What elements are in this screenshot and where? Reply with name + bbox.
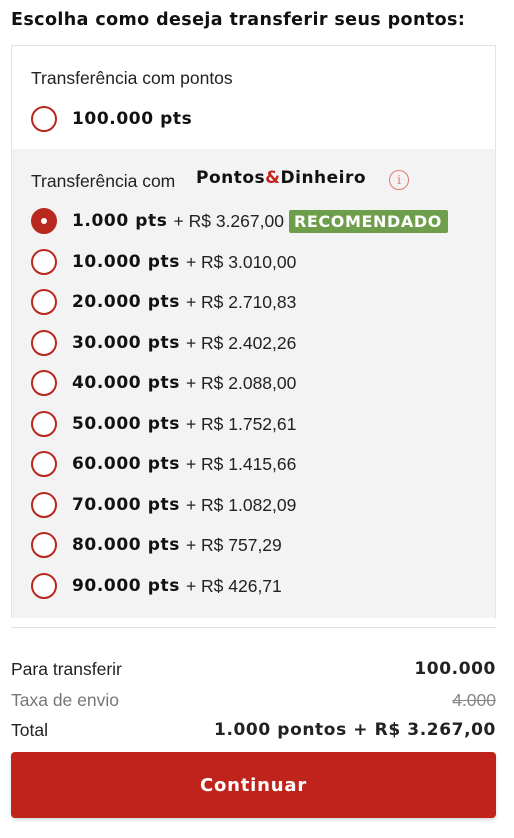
option-row[interactable]: 80.000 pts + R$ 757,29	[31, 530, 491, 560]
option-money: + R$ 426,71	[185, 575, 282, 596]
option-points: 90.000 pts	[72, 576, 180, 596]
total-value: 1.000 pontos + R$ 3.267,00	[214, 720, 496, 740]
option-100000-pts[interactable]: 100.000 pts	[31, 104, 491, 134]
option-row[interactable]: 70.000 pts + R$ 1.082,09	[31, 490, 491, 520]
option-points: 30.000 pts	[72, 333, 180, 353]
radio-button[interactable]	[31, 370, 57, 396]
option-points: 70.000 pts	[72, 495, 180, 515]
transfer-value: 100.000	[414, 659, 496, 679]
transfer-options: Transferência com pontos 100.000 pts Tra…	[11, 45, 496, 618]
option-points: 60.000 pts	[72, 454, 180, 474]
option-row[interactable]: 60.000 pts + R$ 1.415,66	[31, 449, 491, 479]
page-heading: Escolha como deseja transferir seus pont…	[11, 10, 466, 30]
option-money: + R$ 1.415,66	[185, 453, 297, 474]
info-icon[interactable]: i	[389, 170, 409, 190]
option-row[interactable]: 10.000 pts + R$ 3.010,00	[31, 247, 491, 277]
points-and-money-section: Transferência com Pontos&Dinheiro i 1.00…	[12, 149, 495, 618]
option-money: + R$ 2.710,83	[185, 291, 297, 312]
total-label: Total	[11, 719, 48, 740]
fee-value: 4.000	[452, 689, 496, 710]
radio-button[interactable]	[31, 330, 57, 356]
radio-button[interactable]	[31, 208, 57, 234]
option-points: 1.000 pts	[72, 211, 168, 231]
points-only-section: Transferência com pontos 100.000 pts	[12, 46, 495, 149]
option-points: 20.000 pts	[72, 292, 180, 312]
pontos-dinheiro-brand: Pontos&Dinheiro	[196, 168, 367, 188]
option-points: 40.000 pts	[72, 373, 180, 393]
radio-button[interactable]	[31, 492, 57, 518]
option-money: + R$ 757,29	[185, 534, 282, 555]
fee-label: Taxa de envio	[11, 689, 119, 710]
option-row[interactable]: 30.000 pts + R$ 2.402,26	[31, 328, 491, 358]
summary-fee-row: Taxa de envio 4.000	[11, 688, 496, 712]
option-money: + R$ 2.402,26	[185, 332, 297, 353]
option-points: 50.000 pts	[72, 414, 180, 434]
option-money: + R$ 1.082,09	[185, 494, 297, 515]
points-section-label: Transferência com pontos	[31, 68, 233, 88]
option-money: + R$ 2.088,00	[185, 372, 297, 393]
option-points: 80.000 pts	[72, 535, 180, 555]
summary-total-row: Total 1.000 pontos + R$ 3.267,00	[11, 718, 496, 742]
recommended-badge: RECOMENDADO	[288, 209, 448, 233]
radio-button[interactable]	[31, 451, 57, 477]
option-row[interactable]: 90.000 pts + R$ 426,71	[31, 571, 491, 601]
radio-button[interactable]	[31, 249, 57, 275]
radio-button[interactable]	[31, 532, 57, 558]
option-points: 10.000 pts	[72, 252, 180, 272]
transfer-label: Para transferir	[11, 658, 122, 679]
summary-divider	[11, 627, 496, 628]
radio-button[interactable]	[31, 106, 57, 132]
summary-transfer-row: Para transferir 100.000	[11, 657, 496, 681]
option-row[interactable]: 40.000 pts + R$ 2.088,00	[31, 368, 491, 398]
mixed-section-label: Transferência com	[31, 171, 176, 191]
radio-button[interactable]	[31, 573, 57, 599]
continue-button[interactable]: Continuar	[11, 752, 496, 818]
option-money: + R$ 3.267,00	[173, 210, 284, 231]
option-row[interactable]: 50.000 pts + R$ 1.752,61	[31, 409, 491, 439]
radio-button[interactable]	[31, 289, 57, 315]
option-money: + R$ 3.010,00	[185, 251, 297, 272]
option-row[interactable]: 1.000 pts + R$ 3.267,00 RECOMENDADO	[31, 206, 491, 236]
radio-button[interactable]	[31, 411, 57, 437]
option-points: 100.000 pts	[72, 109, 193, 129]
option-money: + R$ 1.752,61	[185, 413, 297, 434]
option-row[interactable]: 20.000 pts + R$ 2.710,83	[31, 287, 491, 317]
